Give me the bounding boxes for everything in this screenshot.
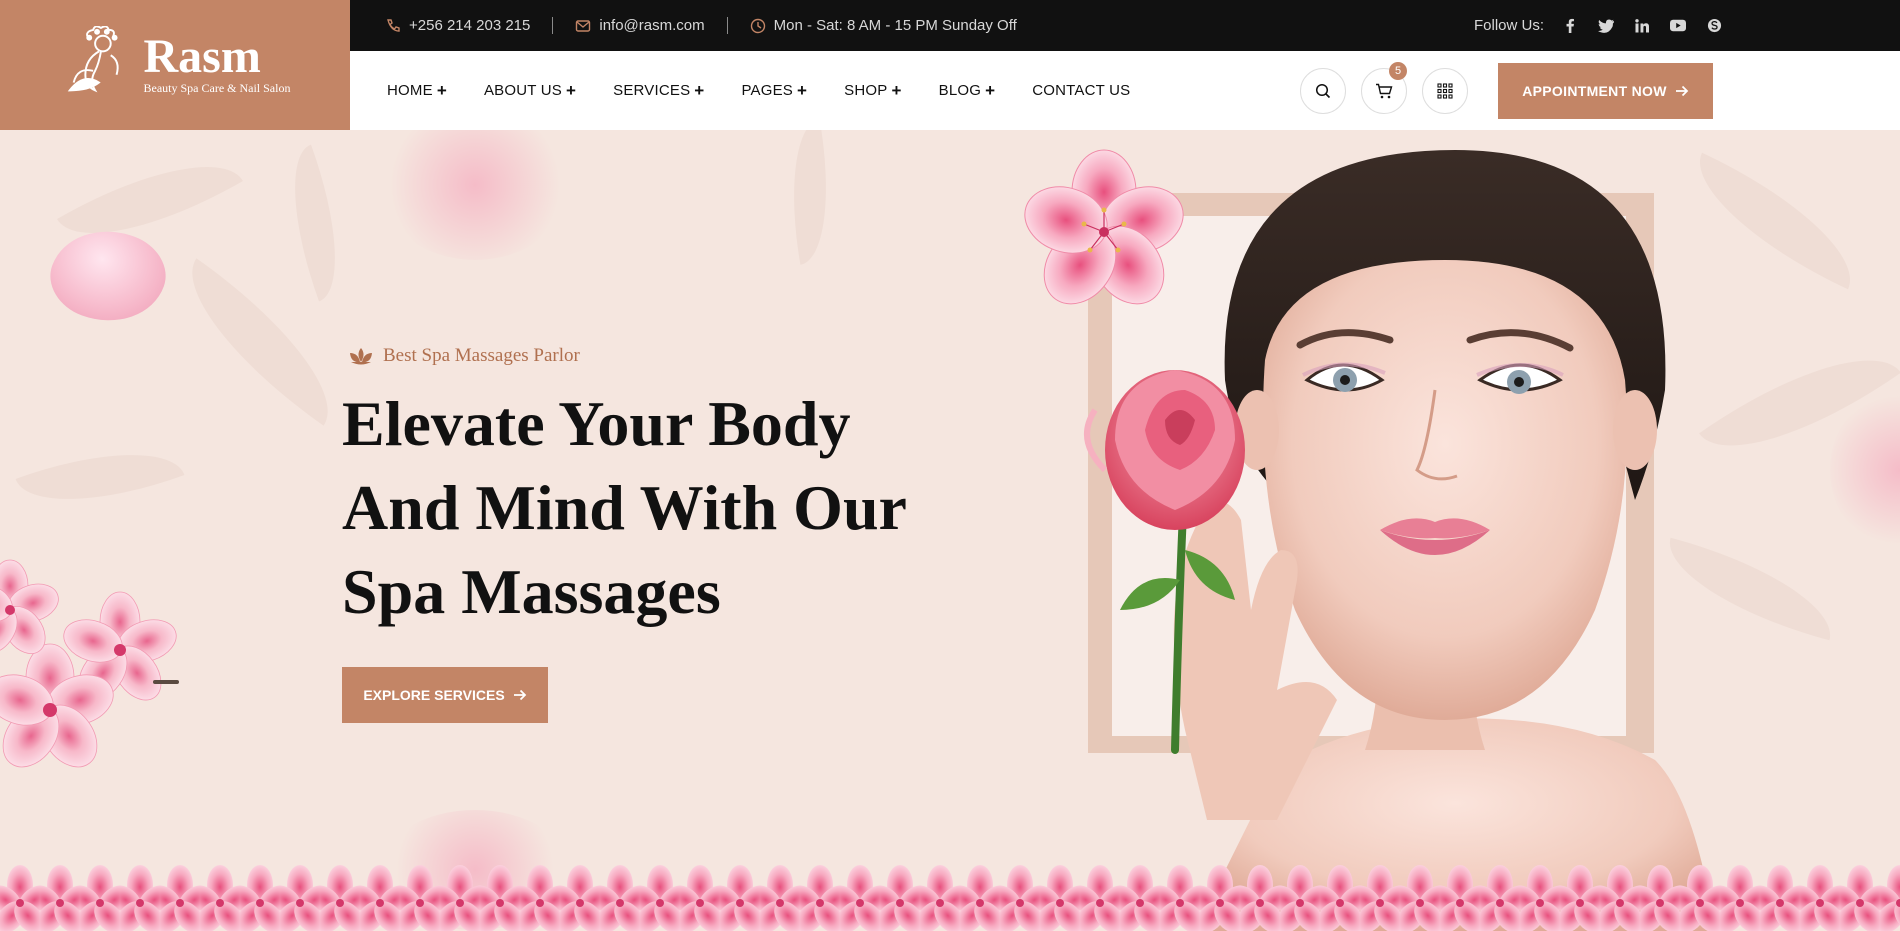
- search-button[interactable]: [1300, 68, 1346, 114]
- background-leaf: [776, 130, 844, 265]
- headline-line: Elevate Your Body: [342, 388, 851, 459]
- linkedin-icon[interactable]: [1634, 18, 1650, 34]
- email-address: info@rasm.com: [599, 17, 705, 34]
- twitter-icon[interactable]: [1598, 18, 1614, 34]
- nav-item-contact-us[interactable]: CONTACT US: [1032, 82, 1130, 99]
- plus-icon: +: [694, 81, 705, 100]
- nav-label: CONTACT US: [1032, 82, 1131, 99]
- nav-item-services[interactable]: SERVICES +: [613, 82, 704, 99]
- hours-text: Mon - Sat: 8 AM - 15 PM Sunday Off: [773, 17, 1017, 34]
- opening-hours: Mon - Sat: 8 AM - 15 PM Sunday Off: [728, 17, 1039, 34]
- flower-border-decoration: [0, 859, 1900, 931]
- brand-name: Rasm: [143, 29, 261, 83]
- email-contact[interactable]: info@rasm.com: [553, 17, 728, 34]
- plus-icon: +: [985, 81, 996, 100]
- plus-icon: +: [797, 81, 808, 100]
- appointment-label: APPOINTMENT NOW: [1522, 83, 1667, 99]
- explore-services-button[interactable]: EXPLORE SERVICES: [342, 667, 548, 723]
- floating-petal: [39, 213, 177, 339]
- nav-menu: HOME + ABOUT US + SERVICES + PAGES + SHOP + B…: [387, 51, 1130, 130]
- nav-label: SERVICES: [613, 82, 691, 99]
- cart-count-badge: 5: [1389, 62, 1407, 80]
- appointment-button[interactable]: APPOINTMENT NOW: [1498, 63, 1713, 119]
- plus-icon: +: [891, 81, 902, 100]
- clock-icon: [750, 18, 765, 33]
- cherry-blossoms-left: [0, 559, 179, 768]
- nav-label: PAGES: [741, 82, 794, 99]
- plus-icon: +: [436, 81, 447, 100]
- envelope-icon: [576, 19, 591, 32]
- hero-subtitle: Best Spa Massages Parlor: [349, 345, 580, 367]
- skype-icon[interactable]: [1706, 18, 1722, 34]
- top-info-bar: +256 214 203 215 info@rasm.com Mon - Sat…: [350, 0, 1900, 51]
- facebook-icon[interactable]: [1562, 18, 1578, 34]
- arrow-right-icon: [513, 689, 526, 701]
- social-links: Follow Us:: [1474, 0, 1722, 51]
- nav-item-shop[interactable]: SHOP +: [844, 82, 901, 99]
- nav-item-home[interactable]: HOME +: [387, 82, 447, 99]
- main-navigation: HOME + ABOUT US + SERVICES + PAGES + SHOP + B…: [350, 51, 1900, 130]
- grid-dots-icon: [1437, 83, 1453, 99]
- arrow-right-icon: [1675, 85, 1689, 97]
- hero-section: Best Spa Massages Parlor Elevate Your Bo…: [0, 130, 1900, 931]
- nav-item-pages[interactable]: PAGES +: [741, 82, 807, 99]
- lotus-icon: [350, 348, 372, 365]
- grid-menu-button[interactable]: [1422, 68, 1468, 114]
- subtitle-text: Best Spa Massages Parlor: [383, 345, 580, 366]
- phone-contact[interactable]: +256 214 203 215: [350, 17, 554, 34]
- background-leaf: [267, 144, 363, 302]
- phone-number: +256 214 203 215: [409, 17, 531, 34]
- brand-tagline: Beauty Spa Care & Nail Salon: [143, 80, 291, 95]
- blurred-petal: [380, 130, 570, 260]
- plus-icon: +: [565, 81, 577, 100]
- nav-item-blog[interactable]: BLOG +: [939, 82, 996, 99]
- woman-portrait-image: [1084, 150, 1715, 931]
- headline-line: Spa Massages: [342, 556, 721, 627]
- nav-item-about-us[interactable]: ABOUT US +: [484, 82, 576, 99]
- search-icon: [1315, 83, 1331, 99]
- explore-services-label: EXPLORE SERVICES: [363, 687, 505, 703]
- nav-label: SHOP: [844, 82, 888, 99]
- headline-line: And Mind With Our: [342, 472, 907, 543]
- cart-icon: [1376, 83, 1393, 99]
- background-leaf: [15, 424, 185, 530]
- logo[interactable]: Rasm Beauty Spa Care & Nail Salon: [0, 0, 350, 130]
- follow-us-label: Follow Us:: [1473, 17, 1544, 34]
- blurred-petal: [1830, 390, 1900, 550]
- nav-label: HOME: [387, 82, 433, 99]
- hero-headline: Elevate Your Body And Mind With Our Spa …: [342, 382, 982, 634]
- cart-button[interactable]: 5: [1361, 62, 1407, 114]
- nav-label: ABOUT US: [483, 82, 562, 99]
- youtube-icon[interactable]: [1670, 18, 1686, 34]
- nav-label: BLOG: [938, 82, 982, 99]
- phone-icon: [387, 18, 400, 32]
- woman-flower-logo-icon: [67, 26, 119, 93]
